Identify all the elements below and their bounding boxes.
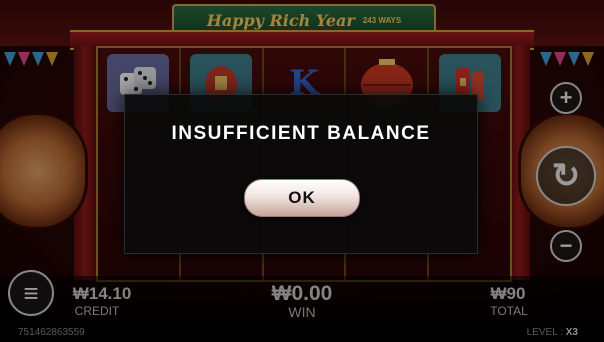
insufficient-balance-dialog: INSUFFICIENT BALANCE OK xyxy=(124,94,478,254)
ok-button[interactable]: OK xyxy=(244,179,360,217)
game-screen: Happy Rich Year 243 WAYS K + ↻ − ≡ ₩14.1… xyxy=(0,0,604,342)
dialog-message: INSUFFICIENT BALANCE xyxy=(171,123,431,144)
